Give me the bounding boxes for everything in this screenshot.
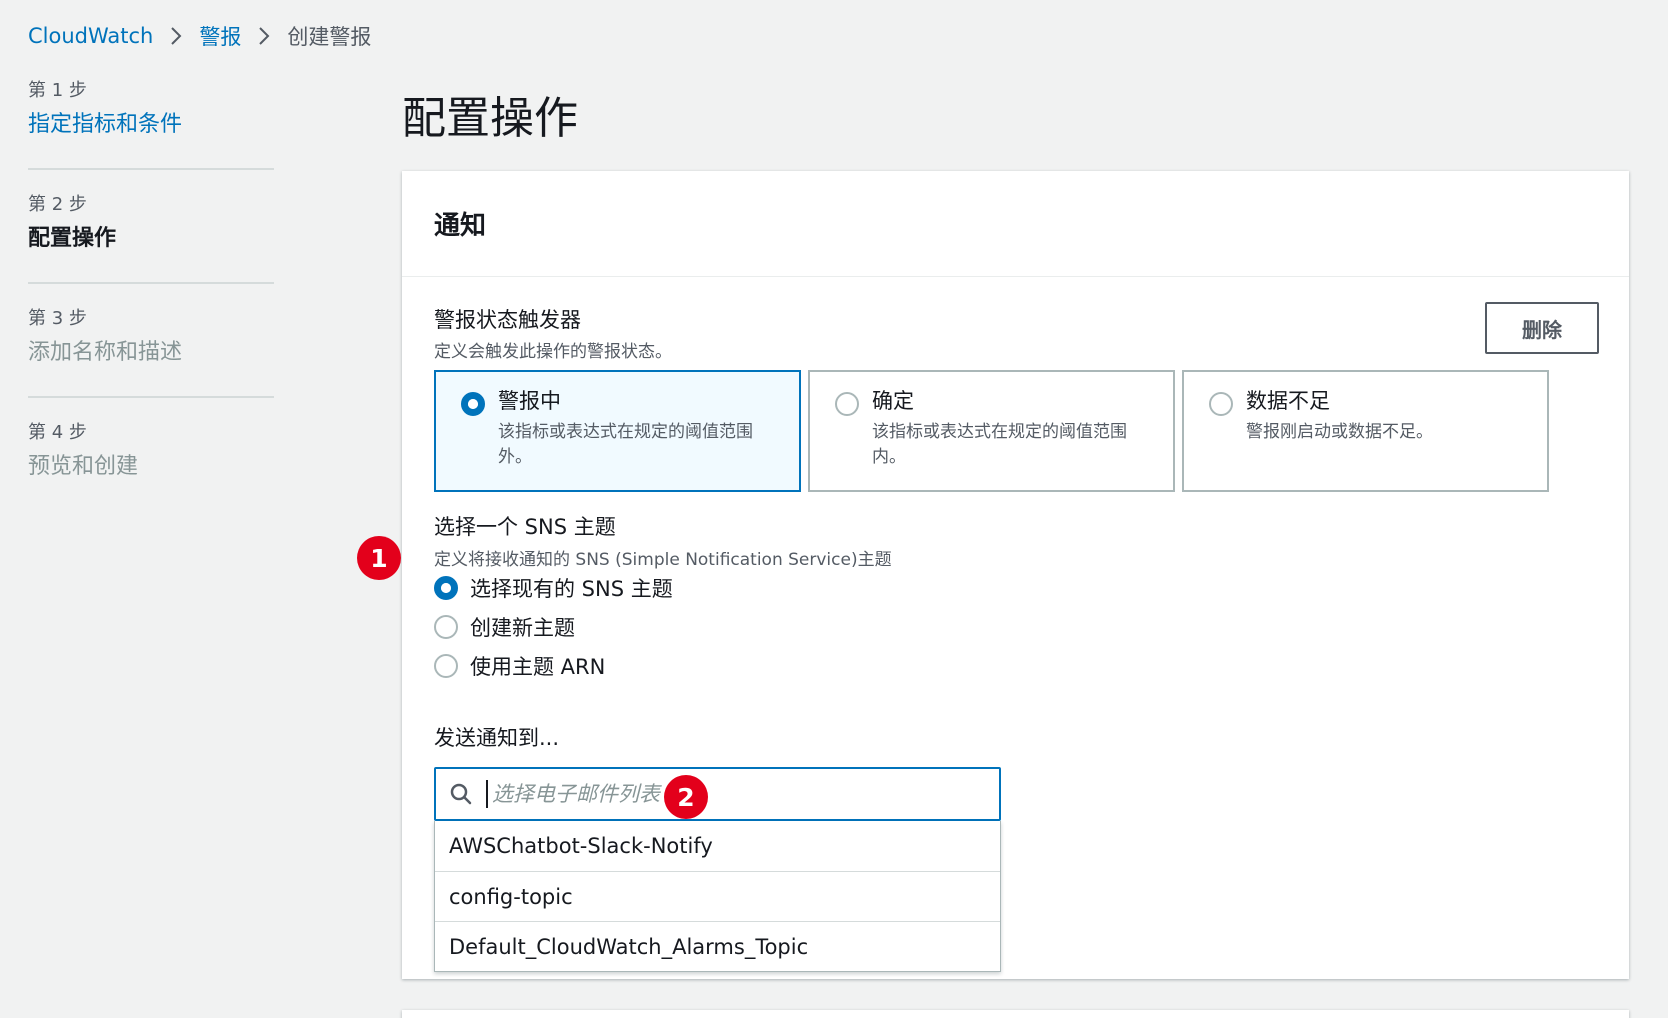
dropdown-option[interactable]: Default_CloudWatch_Alarms_Topic (435, 921, 1000, 971)
notification-panel: 通知 警报状态触发器 定义会触发此操作的警报状态。 删除 警报中 该指标或表达式… (402, 171, 1629, 979)
dropdown-option[interactable]: AWSChatbot-Slack-Notify (435, 821, 1000, 871)
breadcrumb-cloudwatch[interactable]: CloudWatch (28, 24, 153, 48)
radio-icon[interactable] (434, 576, 458, 600)
tile-description: 该指标或表达式在规定的阈值范围外。 (498, 422, 753, 467)
radio-icon[interactable] (835, 392, 859, 416)
radio-new-topic[interactable]: 创建新主题 (434, 611, 575, 643)
tile-label: 确定 (872, 389, 914, 413)
step-number: 第 3 步 (28, 308, 87, 329)
sns-topic-label: 选择一个 SNS 主题 (434, 515, 616, 539)
tile-description: 警报刚启动或数据不足。 (1246, 422, 1433, 442)
step-number: 第 2 步 (28, 194, 87, 215)
breadcrumb-create-alarm: 创建警报 (287, 25, 372, 49)
annotation-badge-1: 1 (357, 536, 401, 580)
radio-existing-topic[interactable]: 选择现有的 SNS 主题 (434, 572, 673, 604)
send-to-label: 发送通知到... (434, 726, 560, 750)
panel-header: 通知 (402, 171, 1629, 277)
topic-search-input[interactable] (486, 780, 999, 808)
tile-label: 警报中 (498, 389, 561, 413)
alarm-state-trigger-label: 警报状态触发器 (434, 308, 581, 332)
radio-topic-arn[interactable]: 使用主题 ARN (434, 650, 605, 682)
page-title: 配置操作 (402, 93, 578, 144)
delete-button[interactable]: 删除 (1485, 302, 1599, 354)
radio-icon[interactable] (434, 654, 458, 678)
chevron-right-icon (153, 26, 199, 46)
tile-insufficient-data[interactable]: 数据不足 警报刚启动或数据不足。 (1182, 370, 1549, 492)
radio-label: 创建新主题 (470, 616, 575, 640)
topic-dropdown-list: AWSChatbot-Slack-Notify config-topic Def… (434, 821, 1001, 972)
tile-label: 数据不足 (1246, 389, 1330, 413)
radio-label: 使用主题 ARN (470, 655, 606, 679)
tile-description: 该指标或表达式在规定的阈值范围内。 (872, 422, 1127, 467)
step-current-configure-actions: 配置操作 (28, 226, 117, 251)
sns-topic-description: 定义将接收通知的 SNS (Simple Notification Servic… (434, 550, 892, 570)
tile-ok[interactable]: 确定 该指标或表达式在规定的阈值范围内。 (808, 370, 1175, 492)
step-number: 第 4 步 (28, 422, 87, 443)
topic-search-box[interactable] (434, 767, 1001, 821)
step-number: 第 1 步 (28, 80, 87, 101)
radio-icon[interactable] (434, 615, 458, 639)
step-1: 第 1 步 指定指标和条件 (28, 78, 274, 168)
radio-icon[interactable] (461, 392, 485, 416)
annotation-badge-2: 2 (664, 775, 708, 819)
search-icon (436, 782, 486, 806)
step-3: 第 3 步 添加名称和描述 (28, 282, 274, 396)
chevron-right-icon (241, 26, 287, 46)
step-link-specify-metric[interactable]: 指定指标和条件 (28, 108, 274, 142)
step-disabled-preview: 预览和创建 (28, 454, 139, 479)
next-panel-edge (402, 1010, 1629, 1018)
step-4: 第 4 步 预览和创建 (28, 396, 274, 510)
radio-icon[interactable] (1209, 392, 1233, 416)
step-disabled-add-name: 添加名称和描述 (28, 340, 183, 365)
breadcrumb: CloudWatch 警报 创建警报 (28, 20, 371, 52)
alarm-state-trigger-description: 定义会触发此操作的警报状态。 (434, 342, 672, 362)
tile-in-alarm[interactable]: 警报中 该指标或表达式在规定的阈值范围外。 (434, 370, 801, 492)
panel-title: 通知 (434, 211, 487, 241)
step-2: 第 2 步 配置操作 (28, 168, 274, 282)
wizard-steps: 第 1 步 指定指标和条件 第 2 步 配置操作 第 3 步 添加名称和描述 第… (28, 78, 274, 510)
radio-label: 选择现有的 SNS 主题 (470, 577, 673, 601)
breadcrumb-alarms[interactable]: 警报 (199, 21, 241, 51)
dropdown-option[interactable]: config-topic (435, 871, 1000, 921)
